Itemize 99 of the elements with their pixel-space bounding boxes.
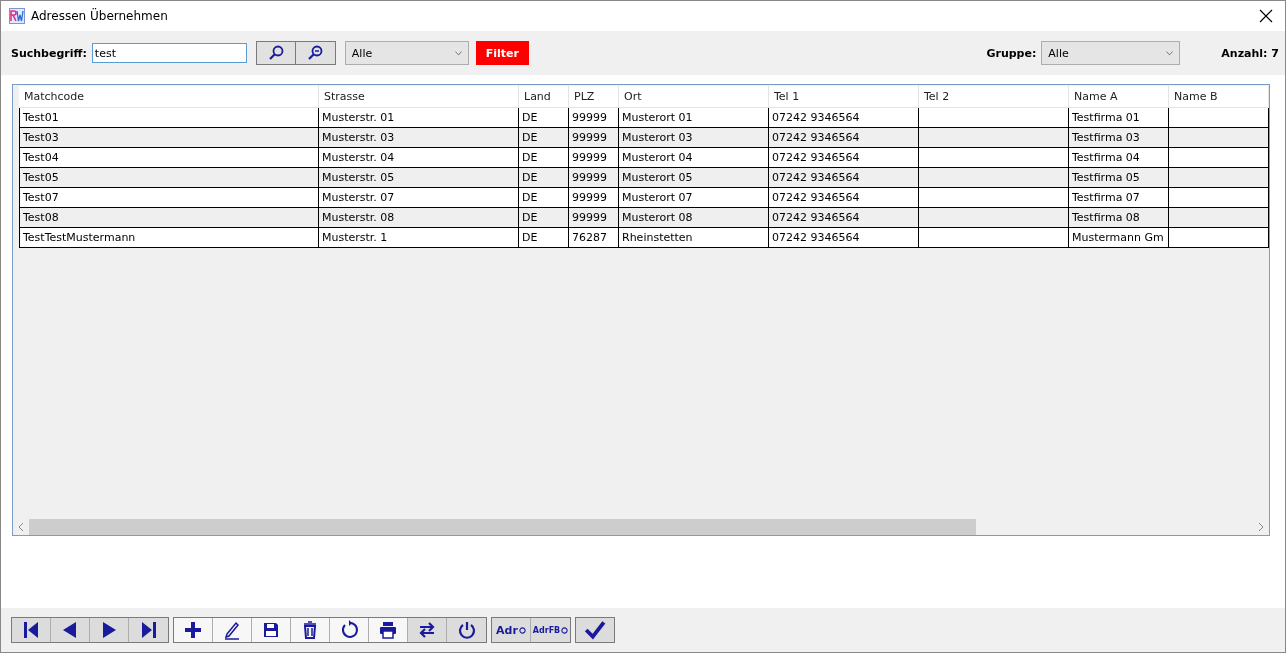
table-cell: Musterstr. 01: [319, 108, 519, 128]
app-logo-icon: [9, 8, 25, 24]
table-cell: Testfirma 07: [1069, 188, 1169, 208]
table-cell: DE: [519, 128, 569, 148]
table-cell: 99999: [569, 188, 619, 208]
table-cell: DE: [519, 228, 569, 248]
add-icon: [183, 620, 203, 640]
table-cell: DE: [519, 108, 569, 128]
table-cell: 99999: [569, 168, 619, 188]
delete-button[interactable]: [291, 618, 330, 642]
power-icon: [456, 620, 477, 640]
window-title: Adressen Übernehmen: [31, 9, 169, 23]
table-cell: DE: [519, 168, 569, 188]
scope-dropdown[interactable]: Alle: [344, 41, 469, 65]
table-cell: Test03: [19, 128, 319, 148]
table-cell: Testfirma 01: [1069, 108, 1169, 128]
table-cell: Testfirma 08: [1069, 208, 1169, 228]
column-header[interactable]: Matchcode: [19, 86, 319, 108]
table-cell: Musterort 04: [619, 148, 769, 168]
table-cell: 99999: [569, 208, 619, 228]
table-cell: Musterstr. 1: [319, 228, 519, 248]
table-cell: 76287: [569, 228, 619, 248]
table-cell: DE: [519, 148, 569, 168]
chevron-down-icon: [1166, 50, 1174, 56]
table-cell: Mustermann Gm: [1069, 228, 1169, 248]
table-cell: Test05: [19, 168, 319, 188]
table-cell: Musterort 07: [619, 188, 769, 208]
table-cell: 99999: [569, 148, 619, 168]
table-cell: Musterstr. 07: [319, 188, 519, 208]
table-cell: Testfirma 03: [1069, 128, 1169, 148]
address-button[interactable]: Adr: [492, 618, 531, 642]
prev-button[interactable]: [51, 618, 90, 642]
table-cell: 07242 9346564: [769, 228, 919, 248]
column-header[interactable]: Tel 2: [919, 86, 1069, 108]
save-button[interactable]: [252, 618, 291, 642]
filter-button[interactable]: Filter: [475, 41, 529, 65]
table-cell: 07242 9346564: [769, 128, 919, 148]
table-cell: Musterstr. 04: [319, 148, 519, 168]
table-cell: Test01: [19, 108, 319, 128]
close-icon[interactable]: [1259, 9, 1273, 23]
group-dropdown[interactable]: Alle: [1041, 41, 1181, 65]
table-cell: 07242 9346564: [769, 148, 919, 168]
table-cell: 07242 9346564: [769, 108, 919, 128]
table-cell: DE: [519, 188, 569, 208]
column-header[interactable]: Ort: [619, 86, 769, 108]
check-button[interactable]: [576, 618, 614, 642]
table-cell: 07242 9346564: [769, 168, 919, 188]
pencil-icon: [222, 620, 242, 640]
table-cell: 99999: [569, 128, 619, 148]
search-field[interactable]: test: [91, 43, 247, 63]
search-icon: [267, 45, 284, 61]
table-cell: TestTestMustermann: [19, 228, 319, 248]
table-cell: Test04: [19, 148, 319, 168]
circle-icon: [518, 626, 526, 634]
table-cell: 07242 9346564: [769, 188, 919, 208]
column-header[interactable]: Strasse: [319, 86, 519, 108]
table-cell: Musterort 03: [619, 128, 769, 148]
table-cell: Musterort 08: [619, 208, 769, 228]
edit-button[interactable]: [213, 618, 252, 642]
column-header[interactable]: Name B: [1169, 86, 1269, 108]
column-header[interactable]: Tel 1: [769, 86, 919, 108]
table-cell: Musterstr. 03: [319, 128, 519, 148]
circle-icon: [561, 626, 569, 634]
search-label: Suchbegriff:: [11, 46, 87, 60]
column-header[interactable]: Land: [519, 86, 569, 108]
table-cell: DE: [519, 208, 569, 228]
zoom-out-icon: [307, 45, 324, 61]
first-button[interactable]: [12, 618, 51, 642]
column-header[interactable]: PLZ: [569, 86, 619, 108]
power-button[interactable]: [447, 618, 486, 642]
table-cell: Testfirma 05: [1069, 168, 1169, 188]
refresh-icon: [339, 620, 359, 640]
print-button[interactable]: [369, 618, 408, 642]
address-button[interactable]: AdrFB: [531, 618, 570, 642]
table-cell: Testfirma 04: [1069, 148, 1169, 168]
table-cell: Test07: [19, 188, 319, 208]
first-record-icon: [21, 620, 41, 640]
table-cell: Test08: [19, 208, 319, 228]
swap-arrows-icon: [417, 620, 437, 640]
table-cell: Musterort 01: [619, 108, 769, 128]
printer-icon: [378, 620, 398, 640]
swap-button[interactable]: [408, 618, 447, 642]
table-cell: Rheinstetten: [619, 228, 769, 248]
table-cell: Musterstr. 05: [319, 168, 519, 188]
next-button[interactable]: [90, 618, 129, 642]
table-cell: Musterstr. 08: [319, 208, 519, 228]
column-header[interactable]: Name A: [1069, 86, 1169, 108]
group-label: Gruppe:: [986, 46, 1037, 60]
table-cell: Musterort 05: [619, 168, 769, 188]
table-cell: 07242 9346564: [769, 208, 919, 228]
chevron-down-icon: [454, 50, 462, 56]
add-button[interactable]: [174, 618, 213, 642]
checkmark-icon: [583, 619, 607, 641]
search-button[interactable]: [256, 42, 296, 64]
clear-search-button[interactable]: [295, 42, 335, 64]
table-cell: 99999: [569, 108, 619, 128]
record-count: Anzahl: 7: [1221, 46, 1279, 60]
last-button[interactable]: [129, 618, 168, 642]
refresh-button[interactable]: [330, 618, 369, 642]
